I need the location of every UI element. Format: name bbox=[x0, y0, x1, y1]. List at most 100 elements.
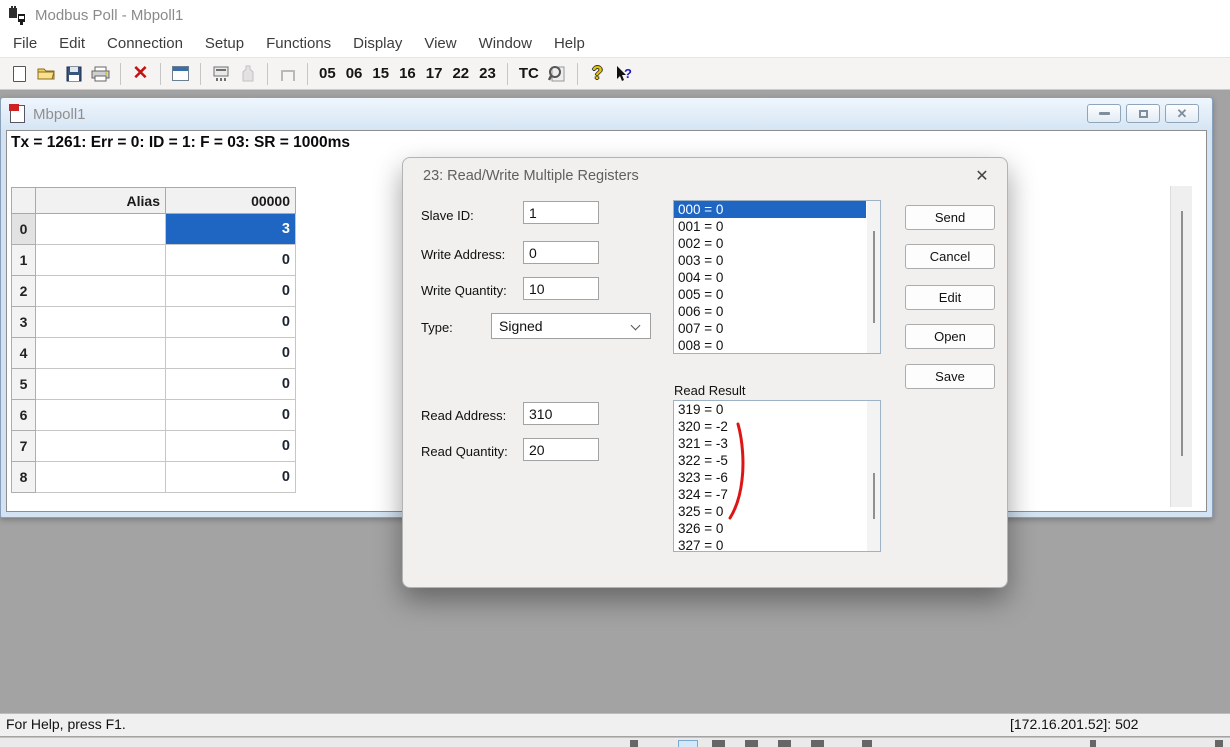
context-help-icon[interactable]: ? bbox=[611, 61, 638, 87]
menu-connection[interactable]: Connection bbox=[96, 35, 194, 52]
save-icon[interactable] bbox=[60, 61, 87, 87]
disconnect-icon[interactable]: ✕ bbox=[127, 61, 154, 87]
list-item[interactable]: 322 = -5 bbox=[674, 452, 866, 469]
list-item-selected[interactable]: 000 = 0 bbox=[674, 201, 866, 218]
list-item[interactable]: 005 = 0 bbox=[674, 286, 866, 303]
communication-traffic-icon[interactable] bbox=[207, 61, 234, 87]
menu-display[interactable]: Display bbox=[342, 35, 413, 52]
grid-vertical-scrollbar[interactable] bbox=[1170, 186, 1192, 507]
list-item[interactable]: 002 = 0 bbox=[674, 235, 866, 252]
menu-edit[interactable]: Edit bbox=[48, 35, 96, 52]
scrollbar-thumb[interactable] bbox=[873, 473, 875, 519]
alias-cell[interactable] bbox=[36, 462, 166, 493]
list-item[interactable]: 003 = 0 bbox=[674, 252, 866, 269]
value-cell[interactable]: 0 bbox=[166, 245, 296, 276]
read-address-field[interactable] bbox=[523, 402, 599, 425]
value-cell[interactable]: 0 bbox=[166, 276, 296, 307]
close-button[interactable]: ✕ bbox=[1165, 104, 1199, 123]
menu-help[interactable]: Help bbox=[543, 35, 596, 52]
alias-cell[interactable] bbox=[36, 245, 166, 276]
value-cell[interactable]: 0 bbox=[166, 462, 296, 493]
about-icon[interactable]: ? bbox=[584, 61, 611, 87]
list-item[interactable]: 008 = 0 bbox=[674, 337, 866, 354]
list-item[interactable]: 321 = -3 bbox=[674, 435, 866, 452]
menu-file[interactable]: File bbox=[2, 35, 48, 52]
write-address-field[interactable] bbox=[523, 241, 599, 264]
menu-setup[interactable]: Setup bbox=[194, 35, 255, 52]
read-list-scrollbar[interactable] bbox=[867, 401, 880, 551]
function-22-button[interactable]: 22 bbox=[447, 65, 474, 82]
function-16-button[interactable]: 16 bbox=[394, 65, 421, 82]
row-number[interactable]: 1 bbox=[12, 245, 36, 276]
row-number[interactable]: 6 bbox=[12, 400, 36, 431]
print-preview-icon[interactable] bbox=[544, 61, 571, 87]
table-row: 1 0 bbox=[12, 245, 296, 276]
list-item[interactable]: 320 = -2 bbox=[674, 418, 866, 435]
alias-cell[interactable] bbox=[36, 307, 166, 338]
function-05-button[interactable]: 05 bbox=[314, 65, 341, 82]
value-cell[interactable]: 0 bbox=[166, 369, 296, 400]
restore-button[interactable] bbox=[1126, 104, 1160, 123]
row-number[interactable]: 8 bbox=[12, 462, 36, 493]
scrollbar-thumb[interactable] bbox=[873, 231, 875, 323]
list-item[interactable]: 001 = 0 bbox=[674, 218, 866, 235]
row-number[interactable]: 4 bbox=[12, 338, 36, 369]
function-15-button[interactable]: 15 bbox=[367, 65, 394, 82]
list-item[interactable]: 326 = 0 bbox=[674, 520, 866, 537]
write-quantity-field[interactable] bbox=[523, 277, 599, 300]
alias-cell[interactable] bbox=[36, 431, 166, 462]
value-cell[interactable]: 0 bbox=[166, 307, 296, 338]
row-number[interactable]: 3 bbox=[12, 307, 36, 338]
value-cell[interactable]: 0 bbox=[166, 400, 296, 431]
grid-header-address[interactable]: 00000 bbox=[166, 188, 296, 214]
list-item[interactable]: 323 = -6 bbox=[674, 469, 866, 486]
list-item[interactable]: 004 = 0 bbox=[674, 269, 866, 286]
alias-cell[interactable] bbox=[36, 276, 166, 307]
list-item[interactable]: 327 = 0 bbox=[674, 537, 866, 554]
list-item[interactable]: 325 = 0 bbox=[674, 503, 866, 520]
row-number[interactable]: 5 bbox=[12, 369, 36, 400]
read-quantity-field[interactable] bbox=[523, 438, 599, 461]
alias-cell[interactable] bbox=[36, 214, 166, 245]
value-cell-selected[interactable]: 3 bbox=[166, 214, 296, 245]
scrollbar-thumb[interactable] bbox=[1181, 211, 1183, 456]
value-cell[interactable]: 0 bbox=[166, 338, 296, 369]
grid-corner-cell[interactable] bbox=[12, 188, 36, 214]
open-button[interactable]: Open bbox=[905, 324, 995, 349]
setup-window-icon[interactable] bbox=[167, 61, 194, 87]
row-number[interactable]: 7 bbox=[12, 431, 36, 462]
test-center-button[interactable]: TC bbox=[514, 65, 544, 82]
function-17-button[interactable]: 17 bbox=[421, 65, 448, 82]
open-file-icon[interactable] bbox=[33, 61, 60, 87]
write-registers-list[interactable]: 000 = 0 001 = 0 002 = 0 003 = 0 004 = 0 … bbox=[673, 200, 881, 354]
slave-id-field[interactable] bbox=[523, 201, 599, 224]
save-button[interactable]: Save bbox=[905, 364, 995, 389]
mbpoll1-title-bar[interactable]: Mbpoll1 bbox=[1, 98, 1212, 130]
write-list-scrollbar[interactable] bbox=[867, 201, 880, 353]
dialog-close-button[interactable]: ✕ bbox=[971, 165, 993, 187]
read-result-list[interactable]: 319 = 0 320 = -2 321 = -3 322 = -5 323 =… bbox=[673, 400, 881, 552]
list-item[interactable]: 007 = 0 bbox=[674, 320, 866, 337]
list-item[interactable]: 006 = 0 bbox=[674, 303, 866, 320]
alias-cell[interactable] bbox=[36, 369, 166, 400]
alias-cell[interactable] bbox=[36, 338, 166, 369]
send-button[interactable]: Send bbox=[905, 205, 995, 230]
alias-cell[interactable] bbox=[36, 400, 166, 431]
list-item[interactable]: 324 = -7 bbox=[674, 486, 866, 503]
function-06-button[interactable]: 06 bbox=[341, 65, 368, 82]
menu-view[interactable]: View bbox=[413, 35, 467, 52]
function-23-button[interactable]: 23 bbox=[474, 65, 501, 82]
value-cell[interactable]: 0 bbox=[166, 431, 296, 462]
menu-functions[interactable]: Functions bbox=[255, 35, 342, 52]
list-item[interactable]: 319 = 0 bbox=[674, 401, 866, 418]
print-icon[interactable] bbox=[87, 61, 114, 87]
edit-button[interactable]: Edit bbox=[905, 285, 995, 310]
row-number[interactable]: 2 bbox=[12, 276, 36, 307]
row-number[interactable]: 0 bbox=[12, 214, 36, 245]
minimize-button[interactable] bbox=[1087, 104, 1121, 123]
grid-header-alias[interactable]: Alias bbox=[36, 188, 166, 214]
menu-window[interactable]: Window bbox=[468, 35, 543, 52]
cancel-button[interactable]: Cancel bbox=[905, 244, 995, 269]
type-select[interactable]: Signed bbox=[491, 313, 651, 339]
new-file-icon[interactable] bbox=[6, 61, 33, 87]
